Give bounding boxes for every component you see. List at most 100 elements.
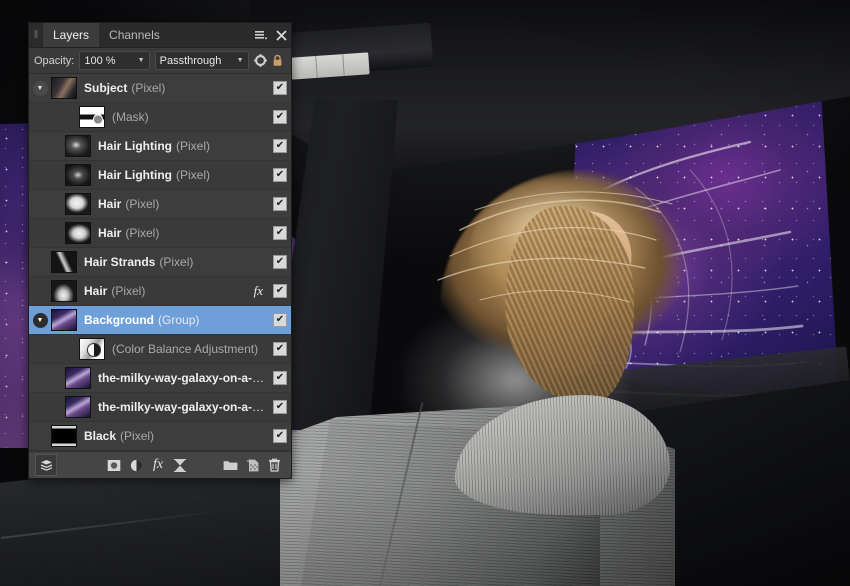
layer-visibility-checkbox[interactable]: ✔ [269, 197, 291, 211]
checkmark-icon: ✔ [273, 226, 287, 240]
layer-thumbnail[interactable] [51, 309, 77, 331]
layer-visibility-checkbox[interactable]: ✔ [269, 429, 291, 443]
layer-thumbnail[interactable] [65, 193, 91, 215]
layer-title: the-milky-way-galaxy-on-a-ni... [98, 400, 269, 414]
add-group-button[interactable] [219, 455, 241, 475]
layer-effects-button[interactable]: fx [147, 455, 169, 475]
layer-kind: (Pixel) [125, 197, 160, 211]
checkmark-icon: ✔ [273, 342, 287, 356]
layer-row[interactable]: Hair (Pixel) fx ✔ [29, 277, 291, 306]
opacity-input[interactable]: 100 % ▼ [79, 51, 150, 70]
layer-visibility-checkbox[interactable]: ✔ [269, 110, 291, 124]
stack-button[interactable] [35, 454, 57, 476]
lock-icon[interactable] [272, 54, 286, 67]
checkmark-icon: ✔ [273, 284, 287, 298]
layer-row[interactable]: Hair Lighting (Pixel) ✔ [29, 161, 291, 190]
layers-toolbar[interactable]: fx [29, 451, 291, 478]
gear-icon[interactable] [253, 54, 268, 67]
chevron-down-icon: ▼ [32, 312, 48, 328]
layer-row[interactable]: ▼ Background (Group) ✔ [29, 306, 291, 335]
app-window: ‖ Layers Channels Opacity: 100 % ▼ Passt… [0, 0, 850, 586]
layer-name: Black (Pixel) [77, 429, 269, 443]
layer-visibility-checkbox[interactable]: ✔ [269, 284, 291, 298]
layer-visibility-checkbox[interactable]: ✔ [269, 226, 291, 240]
layer-kind: (Group) [158, 313, 200, 327]
layer-row[interactable]: (Mask) ✔ [29, 103, 291, 132]
layer-thumbnail[interactable] [65, 135, 91, 157]
layers-list[interactable]: ▼ Subject (Pixel) ✔ (Mask) ✔ Hair Lighting (Pix… [29, 74, 291, 451]
disclosure-triangle-icon[interactable]: ▼ [29, 80, 51, 96]
chevron-down-icon[interactable]: ▼ [138, 57, 145, 64]
layer-name: Subject (Pixel) [77, 81, 269, 95]
checkmark-icon: ✔ [273, 313, 287, 327]
checkmark-icon: ✔ [273, 168, 287, 182]
layer-row[interactable]: the-milky-way-galaxy-on-a-ni... ✔ [29, 364, 291, 393]
layer-name: (Color Balance Adjustment) [105, 342, 269, 356]
layer-title: Hair Lighting [98, 139, 172, 153]
layer-visibility-checkbox[interactable]: ✔ [269, 255, 291, 269]
blend-mode-select[interactable]: Passthrough ▼ [154, 51, 249, 70]
layer-thumbnail[interactable] [65, 222, 91, 244]
close-icon[interactable] [271, 23, 291, 47]
layer-row[interactable]: Hair (Pixel) ✔ [29, 219, 291, 248]
layer-name: Hair Lighting (Pixel) [91, 139, 269, 153]
tab-layers[interactable]: Layers [43, 23, 100, 47]
layer-thumbnail[interactable] [51, 251, 77, 273]
add-adjustment-button[interactable] [125, 455, 147, 475]
live-filter-button[interactable] [169, 455, 191, 475]
layer-visibility-checkbox[interactable]: ✔ [269, 371, 291, 385]
layer-title: Hair Lighting [98, 168, 172, 182]
layer-row[interactable]: the-milky-way-galaxy-on-a-ni... ✔ [29, 393, 291, 422]
drag-grip-icon[interactable]: ‖ [29, 23, 43, 47]
tab-channels-label: Channels [109, 28, 160, 42]
layer-row[interactable]: ▼ Subject (Pixel) ✔ [29, 74, 291, 103]
layer-name: the-milky-way-galaxy-on-a-ni... [91, 371, 269, 385]
checkmark-icon: ✔ [273, 81, 287, 95]
layer-thumbnail[interactable] [51, 425, 77, 447]
layer-row[interactable]: Black (Pixel) ✔ [29, 422, 291, 451]
layer-kind: (Pixel) [111, 284, 146, 298]
layer-title: Hair [84, 284, 108, 298]
layer-name: Hair (Pixel) [91, 197, 269, 211]
checkmark-icon: ✔ [273, 400, 287, 414]
layer-kind: (Pixel) [131, 81, 166, 95]
layer-kind: (Color Balance Adjustment) [112, 342, 259, 356]
layer-row[interactable]: (Color Balance Adjustment) ✔ [29, 335, 291, 364]
opacity-label: Opacity: [34, 54, 75, 67]
layer-name: the-milky-way-galaxy-on-a-ni... [91, 400, 269, 414]
delete-layer-button[interactable] [263, 455, 285, 475]
layer-thumbnail[interactable] [79, 338, 105, 360]
checkmark-icon: ✔ [273, 110, 287, 124]
layer-visibility-checkbox[interactable]: ✔ [269, 342, 291, 356]
checkmark-icon: ✔ [273, 255, 287, 269]
layer-title: the-milky-way-galaxy-on-a-ni... [98, 371, 269, 385]
layer-visibility-checkbox[interactable]: ✔ [269, 81, 291, 95]
layer-row[interactable]: Hair (Pixel) ✔ [29, 190, 291, 219]
layer-visibility-checkbox[interactable]: ✔ [269, 400, 291, 414]
layer-kind: (Pixel) [159, 255, 194, 269]
layer-thumbnail[interactable] [65, 164, 91, 186]
layer-thumbnail[interactable] [65, 396, 91, 418]
layer-visibility-checkbox[interactable]: ✔ [269, 313, 291, 327]
chevron-down-icon[interactable]: ▼ [237, 57, 244, 64]
layer-row[interactable]: Hair Strands (Pixel) ✔ [29, 248, 291, 277]
layer-visibility-checkbox[interactable]: ✔ [269, 139, 291, 153]
disclosure-triangle-icon[interactable]: ▼ [29, 312, 51, 328]
layer-name: Background (Group) [77, 313, 269, 327]
fx-icon[interactable]: fx [254, 283, 269, 299]
add-mask-layer-button[interactable] [103, 455, 125, 475]
layer-thumbnail[interactable] [65, 367, 91, 389]
layer-name: Hair Strands (Pixel) [77, 255, 269, 269]
layer-row[interactable]: Hair Lighting (Pixel) ✔ [29, 132, 291, 161]
layer-title: Subject [84, 81, 128, 95]
layer-title: Background [84, 313, 155, 327]
checkmark-icon: ✔ [273, 371, 287, 385]
layer-visibility-checkbox[interactable]: ✔ [269, 168, 291, 182]
layer-thumbnail[interactable] [51, 77, 77, 99]
layer-thumbnail[interactable] [51, 280, 77, 302]
layer-thumbnail[interactable] [79, 106, 105, 128]
add-pixel-layer-button[interactable] [241, 455, 263, 475]
tab-channels[interactable]: Channels [99, 23, 170, 47]
layers-panel[interactable]: ‖ Layers Channels Opacity: 100 % ▼ Passt… [28, 22, 292, 479]
panel-menu-icon[interactable] [251, 23, 271, 47]
